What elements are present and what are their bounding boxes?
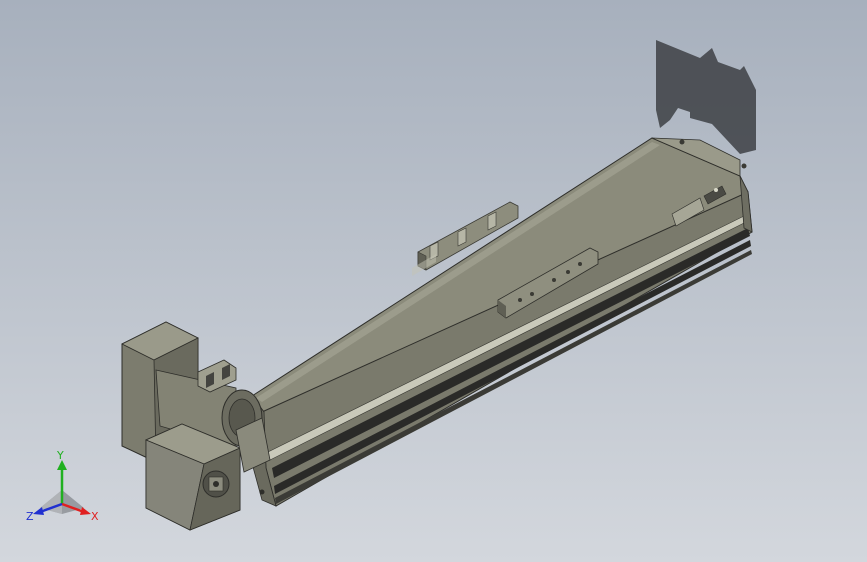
x-axis-label: X [91,510,99,523]
y-axis-label: Y [56,449,64,462]
coordinate-triad: Y X Z [26,449,99,523]
z-axis-label: Z [26,510,34,523]
servo-motor [121,321,271,531]
actuator-body [249,137,753,507]
model-shadow [656,40,756,154]
linear-actuator-model[interactable] [0,0,867,562]
cad-viewport[interactable]: Y X Z [0,0,867,562]
